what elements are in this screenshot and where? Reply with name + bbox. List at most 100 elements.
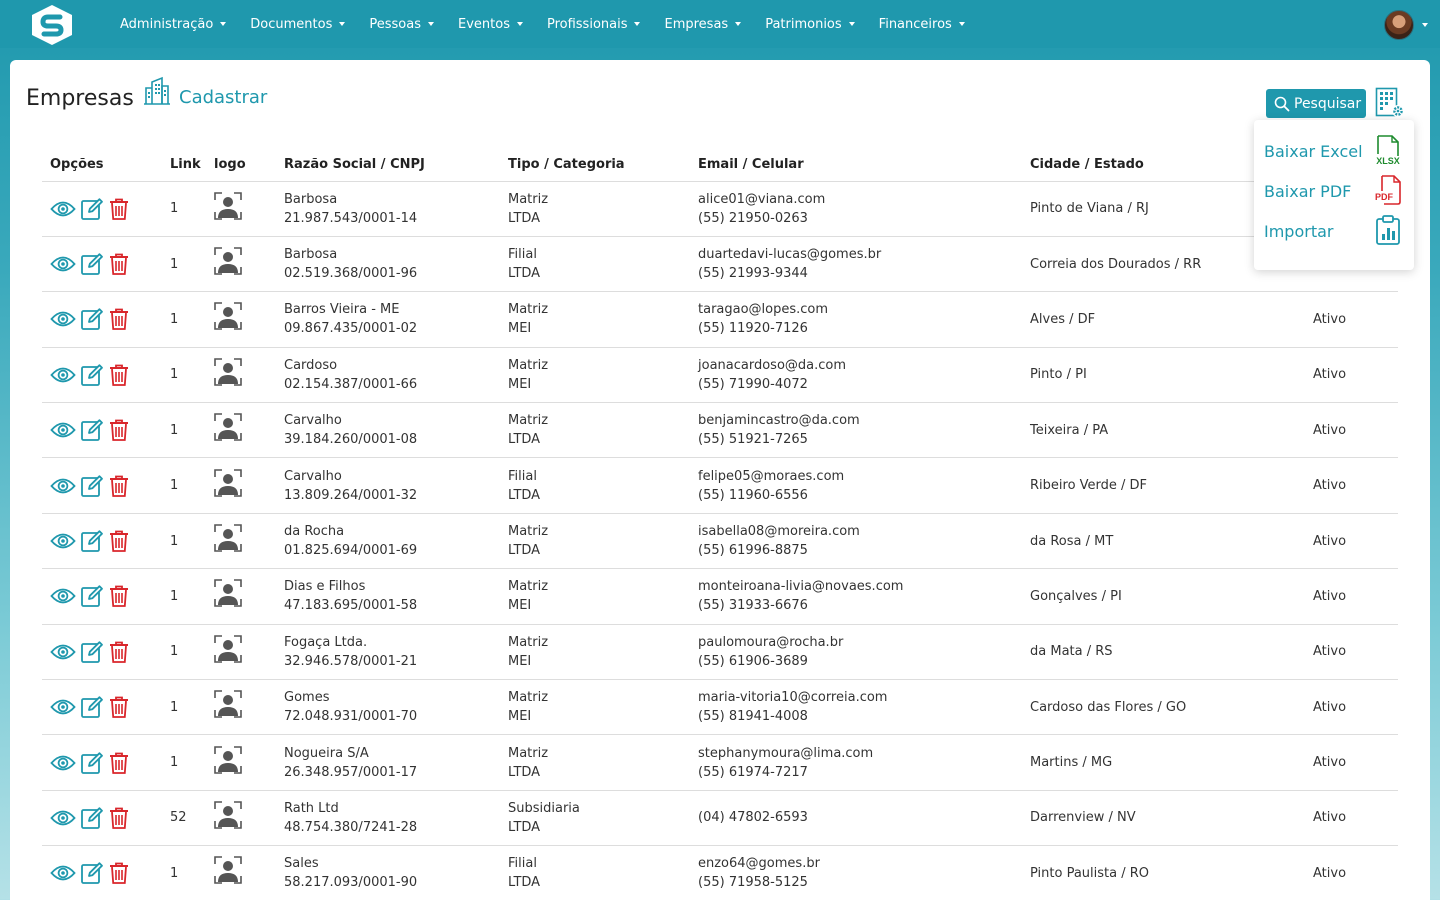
nav-item-label: Profissionais <box>546 16 628 32</box>
company-name: Barros Vieira - ME <box>284 302 400 318</box>
edit-icon[interactable] <box>80 695 104 719</box>
company-email: felipe05@moraes.com <box>698 468 845 484</box>
trash-icon[interactable] <box>108 474 130 498</box>
pdf-tag: PDF <box>1375 192 1394 202</box>
pdf-file-icon[interactable]: PDF <box>1374 174 1402 206</box>
table-row: 1 Cardoso 02.154.387/0001-66 Matriz MEI … <box>42 347 1398 404</box>
user-placeholder-icon[interactable] <box>214 801 242 829</box>
user-placeholder-icon[interactable] <box>214 302 242 331</box>
company-cnpj: 02.154.387/0001-66 <box>284 376 418 392</box>
company-phone: (55) 71958-5125 <box>698 875 808 891</box>
options-cell <box>42 845 162 900</box>
user-placeholder-icon[interactable] <box>214 579 242 608</box>
trash-icon[interactable] <box>108 252 130 276</box>
user-placeholder-icon[interactable] <box>214 635 242 663</box>
xlsx-file-icon[interactable]: XLSX <box>1374 134 1402 166</box>
trash-icon[interactable] <box>108 584 130 608</box>
status-cell: Ativo <box>1305 734 1398 791</box>
company-name: Rath Ltd <box>284 800 339 816</box>
trash-icon[interactable] <box>108 695 130 719</box>
nav-item-label: Documentos <box>250 16 333 32</box>
nav-item-2[interactable]: Pessoas <box>357 17 446 32</box>
type-cell: Matriz MEI <box>500 291 690 348</box>
company-cnpj: 09.867.435/0001-02 <box>284 321 418 337</box>
edit-icon[interactable] <box>80 418 104 442</box>
eye-icon[interactable] <box>50 531 76 551</box>
company-email: duartedavi-lucas@gomes.br <box>698 247 882 263</box>
trash-icon[interactable] <box>108 307 130 331</box>
user-placeholder-icon[interactable] <box>214 191 242 220</box>
register-link[interactable]: Cadastrar <box>179 87 267 108</box>
trash-icon[interactable] <box>108 418 130 442</box>
edit-icon[interactable] <box>80 640 104 664</box>
eye-icon[interactable] <box>50 309 76 329</box>
link-count: 1 <box>170 201 179 217</box>
edit-icon[interactable] <box>80 751 104 775</box>
user-avatar[interactable] <box>1384 10 1414 40</box>
nav-item-3[interactable]: Eventos <box>446 17 535 32</box>
user-placeholder-icon[interactable] <box>214 247 242 275</box>
company-cell: Barbosa 02.519.368/0001-96 <box>276 236 500 293</box>
status-text: Ativo <box>1313 422 1347 438</box>
edit-icon[interactable] <box>80 363 104 387</box>
eye-icon[interactable] <box>50 199 76 219</box>
edit-icon[interactable] <box>80 197 104 221</box>
download-excel-link[interactable]: Baixar Excel <box>1264 142 1363 161</box>
eye-icon[interactable] <box>50 863 76 883</box>
edit-icon[interactable] <box>80 307 104 331</box>
edit-icon[interactable] <box>80 806 104 830</box>
eye-icon[interactable] <box>50 753 76 773</box>
nav-item-4[interactable]: Profissionais <box>535 17 653 32</box>
edit-icon[interactable] <box>80 529 104 553</box>
grid-settings-icon[interactable] <box>1375 87 1405 119</box>
logo-cell <box>206 402 276 459</box>
user-placeholder-icon[interactable] <box>214 690 242 719</box>
nav-item-7[interactable]: Financeiros <box>867 17 977 32</box>
user-placeholder-icon[interactable] <box>214 524 242 552</box>
trash-icon[interactable] <box>108 363 130 387</box>
chevron-down-icon[interactable] <box>1422 23 1428 27</box>
eye-icon[interactable] <box>50 254 76 274</box>
company-category: MEI <box>508 653 532 669</box>
trash-icon[interactable] <box>108 806 130 830</box>
edit-icon[interactable] <box>80 584 104 608</box>
user-placeholder-icon[interactable] <box>214 468 242 497</box>
nav-item-1[interactable]: Documentos <box>238 17 357 32</box>
user-placeholder-icon[interactable] <box>214 358 242 386</box>
eye-icon[interactable] <box>50 808 76 828</box>
nav-item-6[interactable]: Patrimonios <box>753 17 866 32</box>
eye-icon[interactable] <box>50 476 76 496</box>
contact-cell: enzo64@gomes.br (55) 71958-5125 <box>690 845 1022 900</box>
trash-icon[interactable] <box>108 861 130 885</box>
eye-icon[interactable] <box>50 697 76 717</box>
link-cell: 1 <box>162 679 206 736</box>
trash-icon[interactable] <box>108 751 130 775</box>
app-logo-icon[interactable] <box>30 4 74 46</box>
trash-icon[interactable] <box>108 529 130 553</box>
company-cnpj: 47.183.695/0001-58 <box>284 598 418 614</box>
edit-icon[interactable] <box>80 861 104 885</box>
download-pdf-link[interactable]: Baixar PDF <box>1264 182 1351 201</box>
trash-icon[interactable] <box>108 640 130 664</box>
company-type: Matriz <box>508 357 549 373</box>
search-button[interactable]: Pesquisar <box>1266 89 1366 118</box>
eye-icon[interactable] <box>50 642 76 662</box>
nav-item-0[interactable]: Administração <box>108 17 238 32</box>
eye-icon[interactable] <box>50 586 76 606</box>
eye-icon[interactable] <box>50 420 76 440</box>
import-clipboard-chart-icon[interactable] <box>1374 214 1402 246</box>
edit-icon[interactable] <box>80 252 104 276</box>
company-cell: Barbosa 21.987.543/0001-14 <box>276 181 500 237</box>
contact-cell: monteiroana-livia@novaes.com (55) 31933-… <box>690 568 1022 625</box>
company-type: Filial <box>508 468 537 484</box>
edit-icon[interactable] <box>80 474 104 498</box>
options-cell <box>42 402 162 459</box>
user-placeholder-icon[interactable] <box>214 856 242 885</box>
eye-icon[interactable] <box>50 365 76 385</box>
user-placeholder-icon[interactable] <box>214 413 242 442</box>
trash-icon[interactable] <box>108 197 130 221</box>
nav-item-5[interactable]: Empresas <box>652 17 753 32</box>
user-placeholder-icon[interactable] <box>214 745 242 774</box>
logo-cell <box>206 457 276 514</box>
import-link[interactable]: Importar <box>1264 222 1333 241</box>
